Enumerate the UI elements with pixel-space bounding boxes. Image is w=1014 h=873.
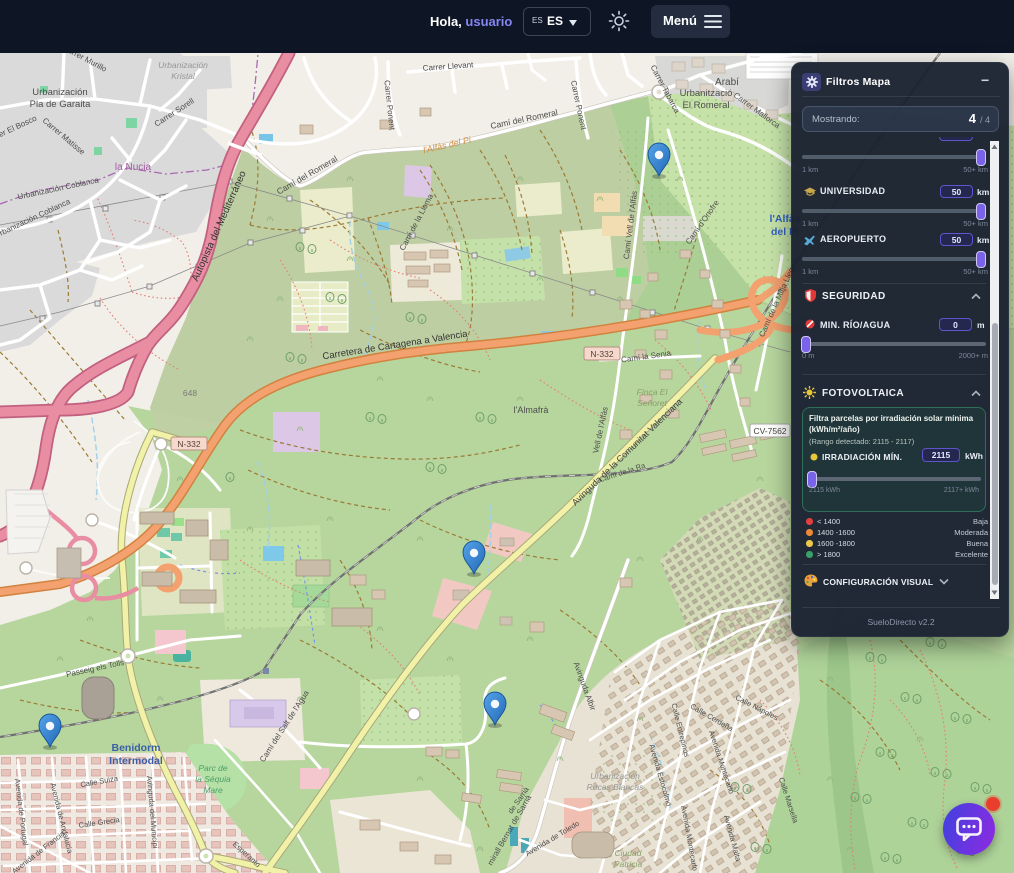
svg-text:Urbanización: Urbanización [32, 87, 87, 98]
svg-text:l'Almafrà: l'Almafrà [514, 405, 549, 415]
svg-text:Benidorm: Benidorm [111, 742, 160, 754]
svg-text:Señoret: Señoret [637, 398, 667, 408]
svg-text:Urbanización: Urbanización [158, 60, 208, 70]
svg-text:Pla de Garaita: Pla de Garaita [30, 99, 91, 110]
svg-text:Arabí: Arabí [715, 77, 739, 88]
svg-text:Parc de: Parc de [198, 763, 228, 773]
svg-text:la Nucia: la Nucia [115, 162, 152, 173]
svg-text:N-332: N-332 [590, 349, 613, 359]
svg-text:Rocas Blancas: Rocas Blancas [587, 782, 644, 792]
svg-text:CV-7562: CV-7562 [753, 426, 786, 436]
svg-text:Urbanització: Urbanització [680, 88, 733, 99]
svg-text:Urbanización: Urbanización [590, 771, 640, 781]
svg-text:N-332: N-332 [177, 439, 200, 449]
svg-text:Intermodal: Intermodal [109, 755, 163, 767]
svg-text:Kristal: Kristal [171, 71, 196, 81]
svg-text:648: 648 [183, 388, 197, 398]
svg-text:la Séquia: la Séquia [195, 774, 231, 784]
svg-text:Ciudad: Ciudad [615, 848, 642, 858]
svg-text:Mare: Mare [203, 785, 223, 795]
svg-text:Finca El: Finca El [637, 387, 669, 397]
svg-text:El Romeral: El Romeral [683, 100, 730, 111]
svg-text:Patricia: Patricia [614, 859, 643, 869]
